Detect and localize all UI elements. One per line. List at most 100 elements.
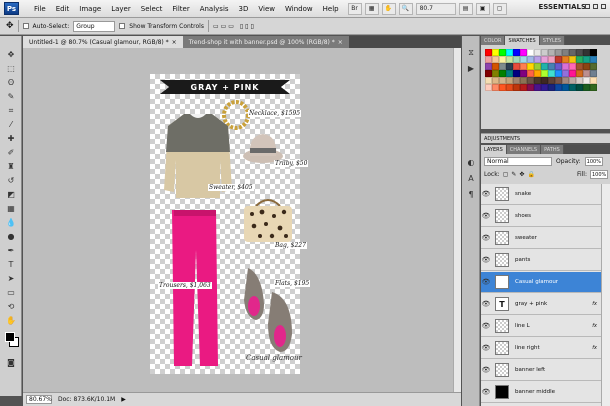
foreground-color-swatch[interactable] xyxy=(5,332,15,342)
mini-bridge-button[interactable]: ▦ xyxy=(364,2,379,15)
quick-select-tool-icon[interactable]: ✎ xyxy=(5,92,17,101)
color-swatch[interactable] xyxy=(485,56,492,63)
color-swatch[interactable] xyxy=(506,49,513,56)
visibility-eye-icon[interactable]: 👁 xyxy=(481,388,491,396)
layer-row[interactable]: 👁 Tgray + pink fx xyxy=(481,294,601,315)
color-swatch[interactable] xyxy=(527,56,534,63)
layer-row[interactable]: 👁 banner left xyxy=(481,360,601,381)
color-swatch[interactable] xyxy=(520,70,527,77)
masks-panel-icon[interactable]: ◐ xyxy=(465,158,477,167)
color-swatch[interactable] xyxy=(506,63,513,70)
brush-tool-icon[interactable]: ✐ xyxy=(5,148,17,157)
color-swatch[interactable] xyxy=(569,70,576,77)
fill-field[interactable]: 100% xyxy=(590,170,608,179)
color-swatch[interactable] xyxy=(527,77,534,84)
adjustments-panel-header[interactable]: ADJUSTMENTS xyxy=(481,133,610,143)
tab-color[interactable]: COLOR xyxy=(481,36,506,45)
lock-pixels-icon[interactable]: ✎ xyxy=(511,171,516,178)
auto-select-checkbox[interactable] xyxy=(22,23,29,29)
color-swatch[interactable] xyxy=(583,63,590,70)
quick-mask-icon[interactable]: ◙ xyxy=(5,358,17,367)
color-swatch[interactable] xyxy=(485,77,492,84)
color-swatch[interactable] xyxy=(520,49,527,56)
color-swatch[interactable] xyxy=(520,84,527,91)
color-swatch[interactable] xyxy=(534,56,541,63)
color-swatch[interactable] xyxy=(555,70,562,77)
workspace-switcher[interactable]: ESSENTIALS xyxy=(539,3,587,11)
color-swatch[interactable] xyxy=(555,56,562,63)
minimize-icon[interactable] xyxy=(585,4,590,9)
tab-trend-shop[interactable]: Trend-shop it with banner.psd @ 100% (RG… xyxy=(182,36,349,48)
tab-styles[interactable]: STYLES xyxy=(539,36,566,45)
color-swatch[interactable] xyxy=(527,84,534,91)
close-icon[interactable] xyxy=(601,4,606,9)
color-swatch[interactable] xyxy=(520,77,527,84)
color-swatch[interactable] xyxy=(576,56,583,63)
zoom-level-select[interactable]: 80.7 xyxy=(415,2,456,15)
color-swatch[interactable] xyxy=(485,70,492,77)
color-swatch[interactable] xyxy=(506,84,513,91)
color-swatch[interactable] xyxy=(534,70,541,77)
color-swatch[interactable] xyxy=(562,56,569,63)
color-swatch[interactable] xyxy=(492,84,499,91)
color-swatch[interactable] xyxy=(555,49,562,56)
color-swatch[interactable] xyxy=(492,77,499,84)
layer-row[interactable]: 👁 T Casual glamour xyxy=(481,272,601,293)
vertical-scrollbar[interactable] xyxy=(453,48,461,392)
tab-swatches[interactable]: SWATCHES xyxy=(505,36,540,45)
visibility-eye-icon[interactable]: 👁 xyxy=(481,300,491,308)
menu-image[interactable]: Image xyxy=(74,5,106,13)
color-swatch[interactable] xyxy=(555,63,562,70)
color-swatch[interactable] xyxy=(562,77,569,84)
color-swatch[interactable] xyxy=(576,63,583,70)
menu-layer[interactable]: Layer xyxy=(106,5,136,13)
color-swatch[interactable] xyxy=(562,63,569,70)
tab-untitled-1[interactable]: Untitled-1 @ 80.7% (Casual glamour, RGB/… xyxy=(23,36,183,48)
color-swatch[interactable] xyxy=(527,70,534,77)
color-swatch[interactable] xyxy=(548,63,555,70)
eyedropper-tool-icon[interactable]: ⁄ xyxy=(5,120,17,129)
color-swatch[interactable] xyxy=(590,70,597,77)
zoom-field[interactable]: 80.67% xyxy=(26,395,52,404)
layer-effects-icon[interactable]: fx xyxy=(592,323,597,329)
layer-effects-icon[interactable]: fx xyxy=(592,301,597,307)
menu-help[interactable]: Help xyxy=(318,5,344,13)
close-tab-icon[interactable]: × xyxy=(172,39,177,46)
menu-edit[interactable]: Edit xyxy=(51,5,75,13)
color-swatch[interactable] xyxy=(562,49,569,56)
color-swatch[interactable] xyxy=(506,56,513,63)
color-swatch[interactable] xyxy=(492,49,499,56)
color-swatch[interactable] xyxy=(590,77,597,84)
color-swatch[interactable] xyxy=(569,49,576,56)
color-swatch[interactable] xyxy=(541,56,548,63)
bridge-button[interactable]: Br xyxy=(347,2,362,15)
menu-file[interactable]: File xyxy=(29,5,51,13)
document-canvas[interactable]: GRAY + PINK Necklace, $1595 Sweater, $40… xyxy=(150,74,311,374)
color-swatch[interactable] xyxy=(534,77,541,84)
dodge-tool-icon[interactable]: ● xyxy=(5,232,17,241)
color-swatch[interactable] xyxy=(506,70,513,77)
visibility-eye-icon[interactable]: 👁 xyxy=(481,278,491,286)
color-swatch[interactable] xyxy=(576,70,583,77)
visibility-eye-icon[interactable]: 👁 xyxy=(481,256,491,264)
layer-row[interactable]: 👁 snake xyxy=(481,184,601,205)
tab-paths[interactable]: PATHS xyxy=(541,145,564,154)
color-swatch[interactable] xyxy=(590,49,597,56)
arrange-documents-button[interactable]: ▣ xyxy=(475,2,490,15)
move-tool-icon[interactable]: ✥ xyxy=(5,50,17,59)
color-swatch[interactable] xyxy=(520,63,527,70)
color-swatch[interactable] xyxy=(534,84,541,91)
color-swatch[interactable] xyxy=(583,84,590,91)
color-swatch[interactable] xyxy=(583,70,590,77)
eraser-tool-icon[interactable]: ◩ xyxy=(5,190,17,199)
close-tab-icon[interactable]: × xyxy=(338,39,343,46)
color-swatch[interactable] xyxy=(569,77,576,84)
color-swatch[interactable] xyxy=(548,70,555,77)
color-swatch[interactable] xyxy=(541,63,548,70)
layer-row[interactable]: 👁 shoes xyxy=(481,206,601,227)
color-swatch[interactable] xyxy=(562,84,569,91)
color-swatch[interactable] xyxy=(541,77,548,84)
color-swatch[interactable] xyxy=(485,63,492,70)
maximize-icon[interactable] xyxy=(593,4,598,9)
color-swatch[interactable] xyxy=(555,84,562,91)
